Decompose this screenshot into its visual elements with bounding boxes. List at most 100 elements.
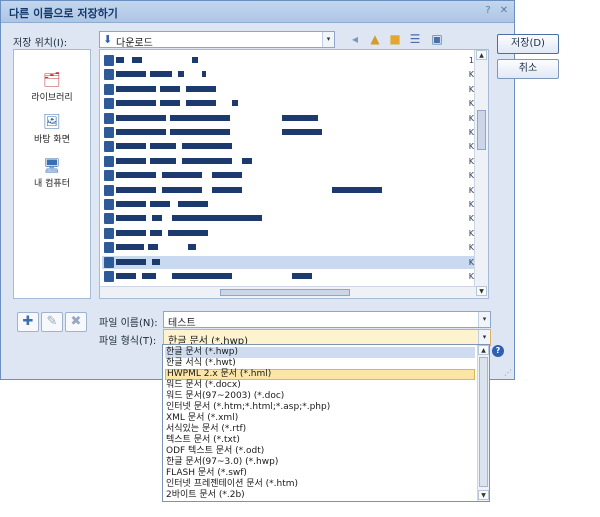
filetype-option[interactable]: 워드 문서 (*.docx) bbox=[165, 380, 475, 391]
file-row[interactable]: K bbox=[102, 126, 474, 139]
cancel-button[interactable]: 취소 bbox=[497, 59, 559, 79]
file-icon bbox=[104, 199, 114, 210]
save-button[interactable]: 저장(D) bbox=[497, 34, 559, 54]
filetype-option[interactable]: 한글 서식 (*.hwt) bbox=[165, 358, 475, 369]
hscroll-thumb[interactable] bbox=[220, 289, 350, 296]
file-name-obscured bbox=[212, 186, 242, 193]
up-folder-icon[interactable]: ▲ bbox=[367, 31, 383, 47]
file-row[interactable]: K bbox=[102, 227, 474, 240]
close-icon[interactable]: ✕ bbox=[497, 4, 511, 18]
file-name-obscured bbox=[148, 244, 158, 251]
resize-grip-icon[interactable]: ⋰ bbox=[504, 368, 512, 377]
places-bar: 🗂 라이브러리 🖼 바탕 화면 🖥 내 컴퓨터 bbox=[13, 49, 91, 299]
filename-value: 테스트 bbox=[168, 318, 196, 329]
scroll-up-icon[interactable]: ▲ bbox=[476, 50, 487, 60]
help-icon[interactable]: ? bbox=[492, 345, 504, 357]
file-row[interactable]: K bbox=[102, 169, 474, 182]
file-row[interactable]: K bbox=[102, 97, 474, 110]
file-name-obscured bbox=[188, 244, 196, 251]
file-name-obscured bbox=[332, 186, 382, 193]
chevron-down-icon[interactable]: ▾ bbox=[478, 312, 490, 327]
bookmark-icon[interactable]: ▣ bbox=[429, 31, 445, 47]
save-location-combo[interactable]: 다운로드 ⬇ ▾ bbox=[99, 31, 335, 49]
file-icon bbox=[104, 256, 114, 268]
file-row[interactable]: K bbox=[102, 184, 474, 197]
file-icon bbox=[104, 271, 114, 282]
file-name-obscured bbox=[150, 71, 172, 78]
filetype-option[interactable]: XML 문서 (*.xml) bbox=[165, 413, 475, 424]
file-icon bbox=[104, 155, 114, 167]
file-row[interactable]: K bbox=[102, 112, 474, 125]
filetype-option[interactable]: 한글 문서(97~3.0) (*.hwp) bbox=[165, 457, 475, 468]
file-name-obscured bbox=[186, 100, 216, 107]
file-list-scrollbar[interactable]: ▲ ▼ bbox=[474, 50, 488, 298]
file-name-obscured bbox=[212, 172, 242, 179]
filetype-option[interactable]: 인터넷 문서 (*.htm;*.html;*.asp;*.php) bbox=[165, 402, 475, 413]
file-icon bbox=[104, 83, 114, 95]
file-name-obscured bbox=[282, 114, 318, 121]
filetype-dropdown-list[interactable]: 한글 문서 (*.hwp) 한글 서식 (*.hwt) HWPML 2.x 문서 (… bbox=[162, 344, 490, 502]
file-name-obscured bbox=[162, 172, 202, 179]
filetype-option[interactable]: ODF 텍스트 문서 (*.odt) bbox=[165, 446, 475, 457]
edit-button[interactable]: ✎ bbox=[41, 312, 63, 332]
view-menu-icon[interactable]: ☰ bbox=[407, 31, 423, 47]
file-name-obscured bbox=[182, 143, 232, 150]
title-bar: 다른 이름으로 저장하기 ? ✕ bbox=[1, 1, 514, 23]
file-name-obscured bbox=[162, 186, 202, 193]
chevron-down-icon[interactable]: ▾ bbox=[478, 330, 490, 345]
file-name-obscured bbox=[116, 157, 146, 164]
file-name-obscured bbox=[150, 143, 176, 150]
file-name-obscured bbox=[116, 172, 156, 179]
filetype-option[interactable]: 2바이트 문서 (*.2b) bbox=[165, 490, 475, 501]
file-name-obscured bbox=[150, 229, 162, 236]
file-name-obscured bbox=[170, 114, 230, 121]
chevron-down-icon[interactable]: ▾ bbox=[322, 32, 334, 47]
file-name-obscured bbox=[160, 85, 180, 92]
scroll-thumb[interactable] bbox=[477, 110, 486, 150]
help-icon[interactable]: ? bbox=[481, 4, 495, 18]
file-list-hscrollbar[interactable] bbox=[100, 286, 476, 298]
library-icon: 🗂 bbox=[43, 72, 61, 88]
delete-button[interactable]: ✖ bbox=[65, 312, 87, 332]
place-computer[interactable]: 🖥 내 컴퓨터 bbox=[14, 158, 90, 189]
file-icon bbox=[104, 213, 114, 225]
place-library[interactable]: 🗂 라이브러리 bbox=[14, 72, 90, 103]
place-desktop[interactable]: 🖼 바탕 화면 bbox=[14, 114, 90, 145]
place-label: 바탕 화면 bbox=[34, 135, 70, 145]
file-row[interactable]: K bbox=[102, 255, 474, 269]
file-icon bbox=[104, 184, 114, 196]
filetype-option[interactable]: 한글 문서 (*.hwp) bbox=[165, 347, 475, 358]
file-row[interactable]: K bbox=[102, 241, 474, 254]
file-row[interactable]: K bbox=[102, 68, 474, 81]
file-name-obscured bbox=[116, 201, 146, 207]
filetype-option[interactable]: HWPML 2.x 문서 (*.hml) bbox=[165, 369, 475, 380]
file-row[interactable]: K bbox=[102, 198, 474, 211]
filetype-option[interactable]: 텍스트 문서 (*.txt) bbox=[165, 435, 475, 446]
file-list[interactable]: 1KKKKKKKKKKKKKKK ▲ ▼ bbox=[99, 49, 489, 299]
file-name-obscured bbox=[116, 143, 146, 150]
back-arrow-icon[interactable]: ◂ bbox=[347, 31, 363, 47]
save-as-dialog: 다른 이름으로 저장하기 ? ✕ 저장 위치(I): 다운로드 ⬇ ▾ ◂ ▲ … bbox=[0, 0, 559, 380]
file-row[interactable]: K bbox=[102, 212, 474, 225]
filetype-option[interactable]: 서식있는 문서 (*.rtf) bbox=[165, 424, 475, 435]
file-name-obscured bbox=[152, 258, 160, 265]
file-name-obscured bbox=[142, 273, 156, 279]
file-row[interactable]: K bbox=[102, 270, 474, 283]
filetype-label: 파일 형식(T): bbox=[99, 336, 157, 347]
filetype-option[interactable]: 워드 문서(97~2003) (*.doc) bbox=[165, 391, 475, 402]
scroll-down-icon[interactable]: ▼ bbox=[478, 490, 489, 500]
scroll-down-icon[interactable]: ▼ bbox=[476, 286, 487, 296]
file-row[interactable]: K bbox=[102, 155, 474, 168]
file-name-obscured bbox=[116, 273, 136, 279]
filename-input[interactable]: 테스트 ▾ bbox=[163, 311, 491, 329]
filetype-option[interactable]: FLASH 문서 (*.swf) bbox=[165, 468, 475, 479]
scroll-thumb[interactable] bbox=[479, 357, 488, 487]
scroll-up-icon[interactable]: ▲ bbox=[478, 345, 489, 355]
new-folder-icon[interactable]: ■ bbox=[387, 31, 403, 47]
file-row[interactable]: K bbox=[102, 140, 474, 153]
file-row[interactable]: 1 bbox=[102, 54, 474, 67]
filetype-option[interactable]: 인터넷 프레젠테이션 문서 (*.htm) bbox=[165, 479, 475, 490]
dropdown-scrollbar[interactable]: ▲ ▼ bbox=[477, 345, 489, 501]
add-button[interactable]: ✚ bbox=[17, 312, 39, 332]
file-row[interactable]: K bbox=[102, 83, 474, 96]
